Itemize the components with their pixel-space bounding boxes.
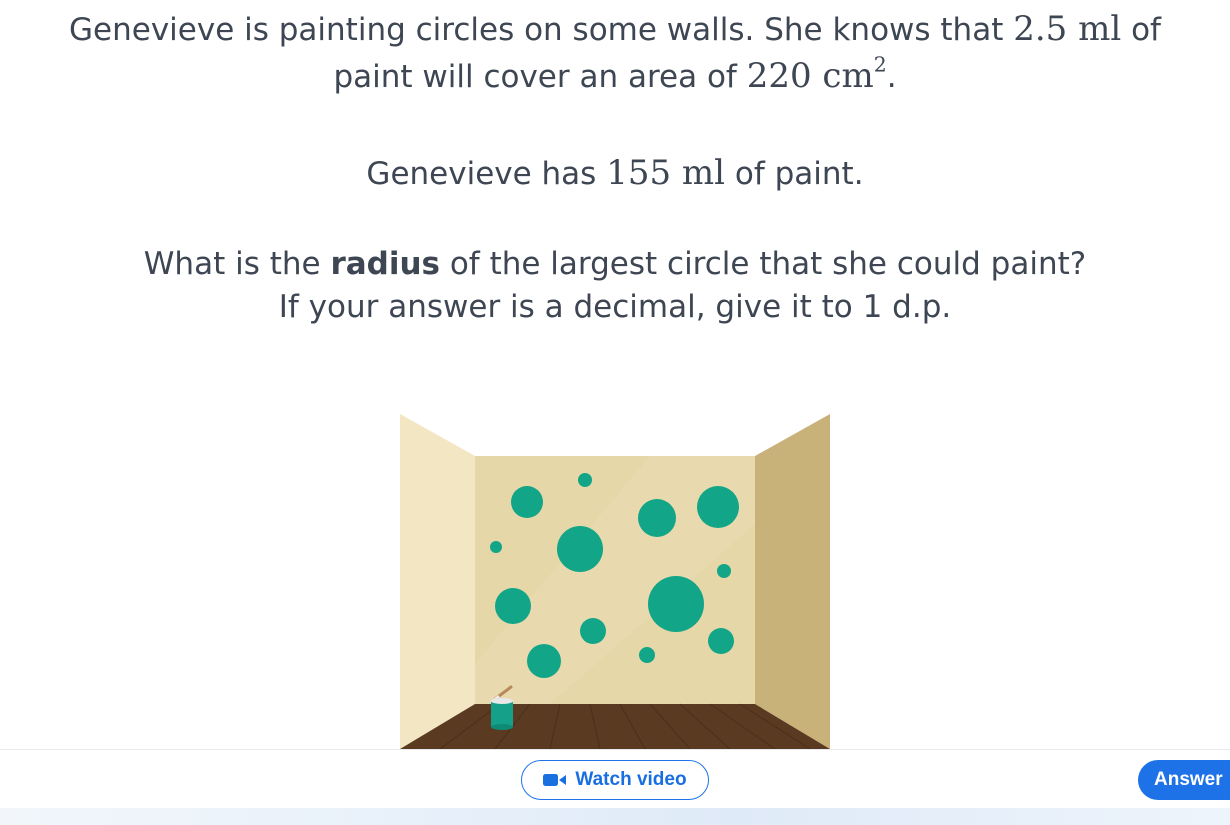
area-unit: cm [822, 55, 874, 96]
painted-circle [648, 576, 704, 632]
question-paragraph-3: What is the radius of the largest circle… [0, 243, 1230, 329]
text-segment: paint will cover an area of [333, 58, 747, 95]
painted-circle [511, 486, 543, 518]
paint-amount-value: 2.5 [1013, 9, 1068, 49]
painted-circle [639, 647, 655, 663]
painted-circle [697, 486, 739, 528]
text-segment: of [1121, 12, 1161, 48]
text-segment: of the largest circle that she could pai… [439, 246, 1087, 282]
question-line-1: Genevieve is painting circles on some wa… [0, 6, 1230, 53]
text-segment: . [886, 58, 897, 95]
question-paragraph-2: Genevieve has 155 ml of paint. [0, 150, 1230, 197]
question-line-4: What is the radius of the largest circle… [0, 243, 1230, 286]
question-paragraph-1: Genevieve is painting circles on some wa… [0, 6, 1230, 100]
paint-amount-unit: ml [1078, 9, 1122, 49]
footer-band [0, 808, 1230, 825]
math-area: 220 cm2 [746, 52, 887, 96]
painted-circle [717, 564, 731, 578]
area-exponent: 2 [873, 52, 887, 77]
painted-circle [578, 473, 592, 487]
painted-circle [495, 588, 531, 624]
video-camera-icon [543, 773, 567, 787]
painted-circle [708, 628, 734, 654]
watch-video-label: Watch video [575, 769, 687, 790]
question-line-3: Genevieve has 155 ml of paint. [0, 150, 1230, 197]
left-wall [400, 414, 475, 749]
paint-owned-value: 155 [606, 153, 672, 193]
text-segment: What is the [143, 246, 331, 282]
room-illustration [400, 414, 830, 749]
painted-circle [638, 499, 676, 537]
text-segment: Genevieve has [366, 156, 607, 192]
math-paint-amount: 2.5 ml [1013, 9, 1121, 49]
painted-circle [527, 644, 561, 678]
question-line-2: paint will cover an area of 220 cm2. [0, 53, 1230, 100]
text-segment: of paint. [725, 156, 864, 192]
right-wall [755, 414, 830, 749]
painted-circle [580, 618, 606, 644]
footer-divider [0, 749, 1230, 750]
math-paint-owned: 155 ml [606, 153, 725, 193]
paint-owned-unit: ml [681, 153, 726, 193]
emphasis-radius: radius [330, 246, 440, 282]
text-segment: Genevieve is painting circles on some wa… [69, 12, 1014, 48]
answer-button[interactable]: Answer [1138, 760, 1230, 800]
question-line-5: If your answer is a decimal, give it to … [278, 288, 952, 325]
answer-label: Answer [1154, 769, 1223, 790]
area-value: 220 [746, 55, 812, 96]
painted-circle [557, 526, 603, 572]
painted-circle [490, 541, 502, 553]
watch-video-button[interactable]: Watch video [521, 760, 709, 800]
